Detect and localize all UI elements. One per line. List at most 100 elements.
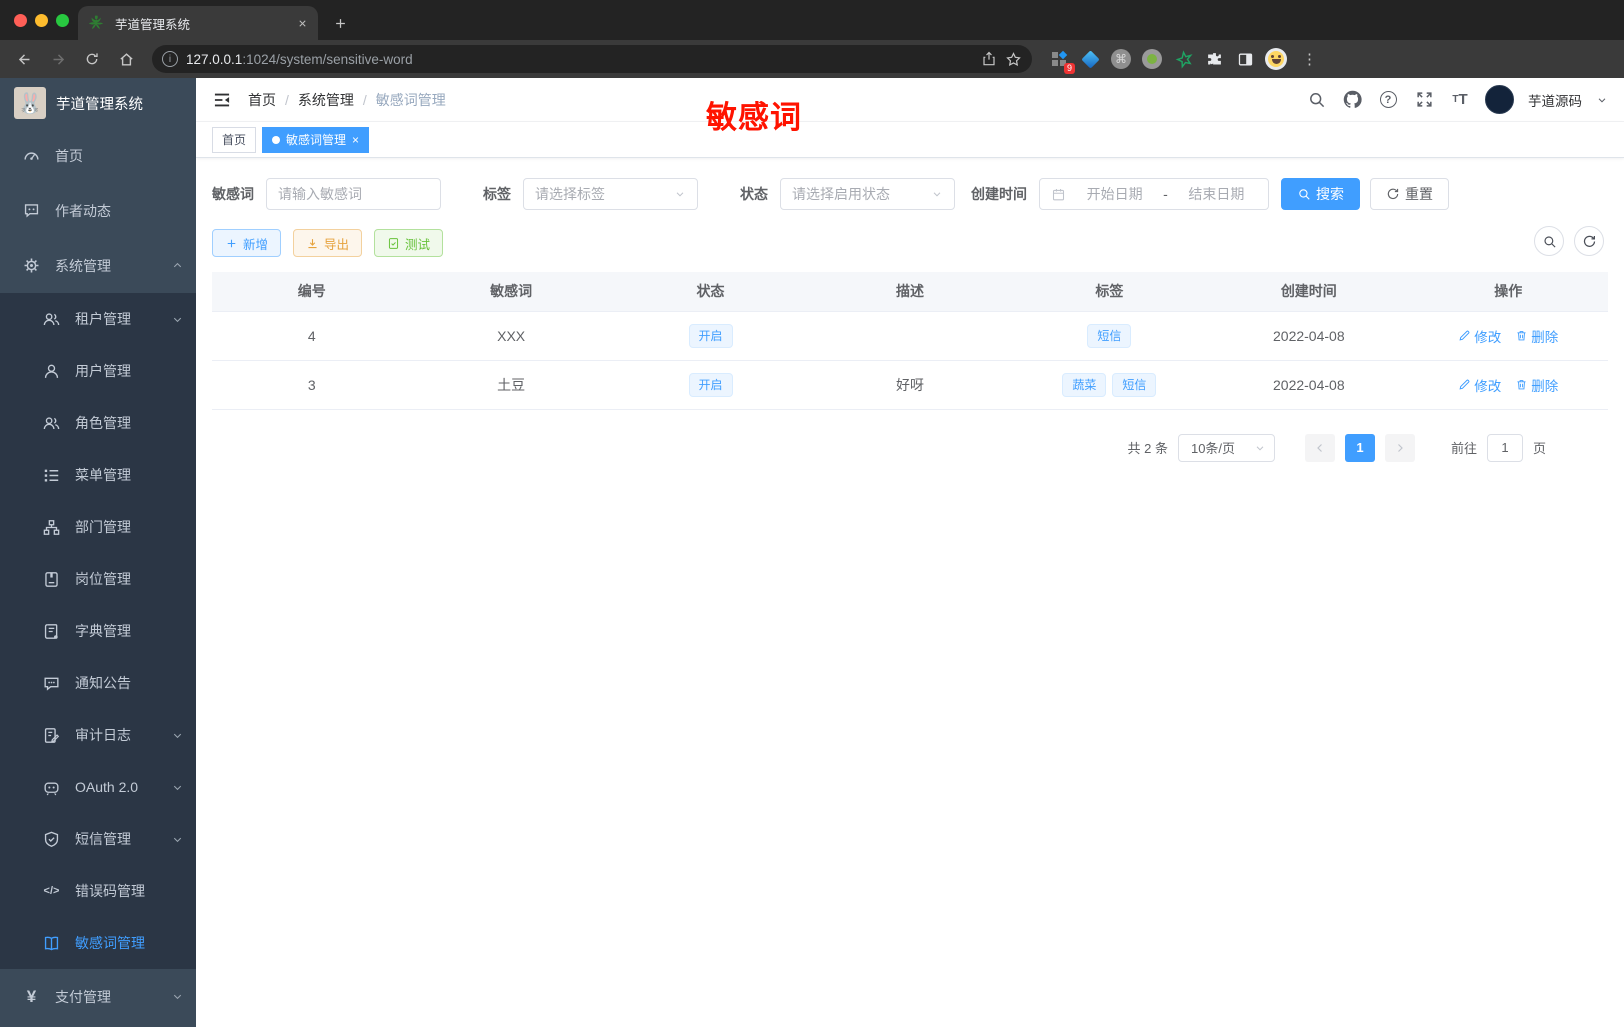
sidebar-item-tenant[interactable]: 租户管理: [0, 293, 196, 345]
delete-link[interactable]: 删除: [1515, 326, 1558, 346]
sidebar-item-user[interactable]: 用户管理: [0, 345, 196, 397]
breadcrumb-home[interactable]: 首页: [248, 90, 276, 110]
logo-title: 芋道管理系统: [56, 96, 143, 113]
cell-actions: 修改 删除: [1408, 311, 1608, 361]
reload-button[interactable]: [78, 45, 106, 73]
sidebar-item-label: 角色管理: [75, 415, 131, 431]
sidebar-item-audit[interactable]: 审计日志: [0, 709, 196, 761]
tag-select[interactable]: 请选择标签: [523, 178, 698, 210]
sidebar-item-notice[interactable]: 通知公告: [0, 657, 196, 709]
sidebar-item-sensitive-word[interactable]: 敏感词管理: [0, 917, 196, 969]
user-icon: [44, 364, 59, 379]
chevron-down-icon: [931, 188, 943, 200]
address-bar[interactable]: i 127.0.0.1:1024/system/sensitive-word: [152, 45, 1032, 73]
sidebar-item-oauth[interactable]: OAuth 2.0: [0, 761, 196, 813]
sidebar-item-label: 首页: [55, 147, 83, 164]
browser-menu-icon[interactable]: ⋮: [1302, 50, 1317, 68]
bookmark-star-icon[interactable]: [1005, 51, 1022, 68]
breadcrumb-system[interactable]: 系统管理: [298, 90, 354, 110]
sidebar-item-dept[interactable]: 部门管理: [0, 501, 196, 553]
sidebar-item-menu[interactable]: 菜单管理: [0, 449, 196, 501]
cell-status: 开启: [610, 360, 811, 410]
tag-sensitive-word[interactable]: 敏感词管理 ×: [262, 126, 370, 153]
current-page[interactable]: 1: [1344, 433, 1375, 462]
edit-link[interactable]: 修改: [1458, 375, 1501, 395]
sidebar: 🐰 芋道管理系统 首页 作者动态 系统管理 租户管理 用户管理 角色管理 菜单管…: [0, 78, 196, 1027]
font-size-icon[interactable]: TT: [1449, 89, 1471, 111]
sidebar-logo[interactable]: 🐰 芋道管理系统: [0, 78, 196, 128]
fullscreen-icon[interactable]: [1413, 89, 1435, 111]
split-view-icon[interactable]: [1234, 48, 1256, 70]
tag-home[interactable]: 首页: [212, 126, 257, 153]
delete-link[interactable]: 删除: [1515, 375, 1558, 395]
status-badge: 开启: [688, 372, 733, 397]
dictionary-icon: [44, 623, 59, 640]
search-button[interactable]: 搜索: [1281, 178, 1360, 210]
keyword-input[interactable]: 请输入敏感词: [266, 178, 441, 210]
zoom-window-button[interactable]: [56, 14, 69, 27]
prev-page-button[interactable]: [1304, 433, 1335, 462]
app-page: 🐰 芋道管理系统 首页 作者动态 系统管理 租户管理 用户管理 角色管理 菜单管…: [0, 78, 1624, 1027]
cell-word: XXX: [411, 311, 611, 361]
cell-id: 4: [212, 311, 412, 361]
header-search-icon[interactable]: [1305, 89, 1327, 111]
status-placeholder: 请选择启用状态: [792, 186, 890, 202]
site-info-icon[interactable]: i: [162, 51, 178, 67]
browser-toolbar: i 127.0.0.1:1024/system/sensitive-word 9…: [0, 40, 1624, 78]
add-button[interactable]: 新增: [212, 229, 282, 257]
status-select[interactable]: 请选择启用状态: [780, 178, 955, 210]
sidebar-item-sms[interactable]: 短信管理: [0, 813, 196, 865]
close-window-button[interactable]: [14, 14, 27, 27]
sidebar-item-post[interactable]: 岗位管理: [0, 553, 196, 605]
page-size-select[interactable]: 10条/页: [1177, 433, 1275, 462]
sidebar-item-errorcode[interactable]: </> 错误码管理: [0, 865, 196, 917]
help-icon[interactable]: ?: [1377, 89, 1399, 111]
sidebar-item-pay[interactable]: ¥ 支付管理: [0, 969, 196, 1024]
page-unit-label: 页: [1532, 441, 1546, 456]
extension-command-icon[interactable]: ⌘: [1110, 48, 1132, 70]
home-button[interactable]: [112, 45, 140, 73]
goto-page-input[interactable]: [1486, 433, 1523, 462]
table-search-toggle-button[interactable]: [1534, 226, 1564, 256]
sidebar-collapse-icon[interactable]: [212, 90, 232, 110]
extension-gem-icon[interactable]: [1079, 48, 1101, 70]
forward-button[interactable]: [44, 45, 72, 73]
export-button[interactable]: 导出: [293, 229, 363, 257]
tag-close-icon[interactable]: ×: [352, 134, 359, 146]
plus-icon: [225, 237, 238, 250]
test-button[interactable]: 测试: [374, 229, 444, 257]
github-icon[interactable]: [1341, 89, 1363, 111]
extension-record-icon[interactable]: [1141, 48, 1163, 70]
profile-avatar-icon[interactable]: [1265, 48, 1287, 70]
next-page-button[interactable]: [1384, 433, 1415, 462]
sidebar-item-system[interactable]: 系统管理: [0, 238, 196, 293]
sidebar-item-author[interactable]: 作者动态: [0, 183, 196, 238]
share-icon[interactable]: [981, 51, 997, 67]
edit-link[interactable]: 修改: [1458, 326, 1501, 346]
extension-grid-icon[interactable]: 9: [1048, 48, 1075, 74]
sidebar-item-dict[interactable]: 字典管理: [0, 605, 196, 657]
url-path: :1024/system/sensitive-word: [242, 51, 413, 67]
table-refresh-button[interactable]: [1574, 226, 1604, 256]
extensions-puzzle-icon[interactable]: [1203, 48, 1225, 70]
tab-close-icon[interactable]: [297, 18, 308, 29]
breadcrumb-separator: /: [362, 91, 367, 108]
new-tab-button[interactable]: [326, 9, 354, 37]
username[interactable]: 芋道源码: [1528, 90, 1582, 110]
sidebar-item-label: 租户管理: [75, 311, 131, 327]
sidebar-item-role[interactable]: 角色管理: [0, 397, 196, 449]
user-avatar[interactable]: [1485, 85, 1514, 114]
back-button[interactable]: [10, 45, 38, 73]
calendar-icon: [1051, 187, 1066, 202]
browser-tab[interactable]: 芋道管理系统: [78, 6, 318, 40]
sidebar-item-home[interactable]: 首页: [0, 128, 196, 183]
roles-icon: [43, 416, 60, 430]
extension-star-icon[interactable]: [1172, 48, 1194, 70]
user-menu-caret-icon[interactable]: [1596, 94, 1608, 106]
reset-button[interactable]: 重置: [1370, 178, 1449, 210]
col-created: 创建时间: [1209, 272, 1409, 312]
col-desc: 描述: [810, 272, 1010, 312]
pagination-total: 共 2 条: [1127, 441, 1168, 456]
date-range-picker[interactable]: 开始日期 - 结束日期: [1039, 178, 1269, 210]
minimize-window-button[interactable]: [35, 14, 48, 27]
